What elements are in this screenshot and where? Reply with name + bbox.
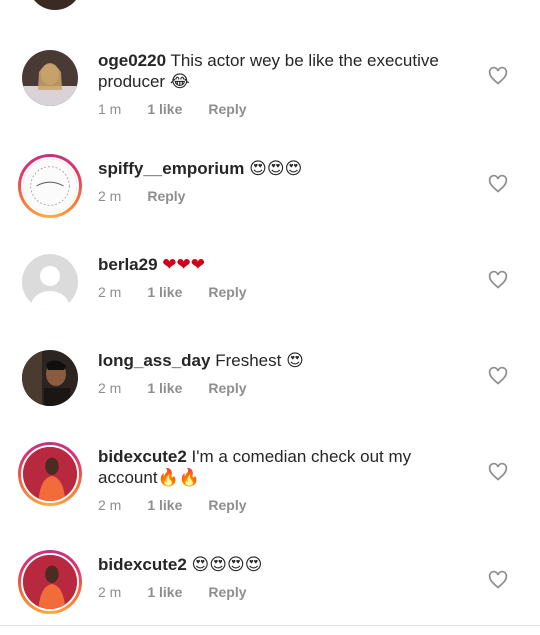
like-count[interactable]: 1 like — [147, 284, 182, 300]
reply-button[interactable]: Reply — [208, 380, 246, 396]
comment-username[interactable]: spiffy__emporium — [98, 159, 244, 178]
avatar[interactable] — [18, 550, 82, 614]
comment-username[interactable]: long_ass_day — [98, 351, 210, 370]
comment-emoji: 🔥🔥 — [157, 468, 200, 488]
comment-text: Freshest — [215, 351, 282, 370]
reply-button[interactable]: Reply — [208, 101, 246, 117]
avatar[interactable] — [22, 50, 78, 106]
comment-username[interactable]: bidexcute2 — [98, 447, 187, 466]
comment-time: 2 m — [98, 497, 122, 513]
previous-comment-avatar[interactable] — [28, 0, 82, 10]
comment-emoji: 😍 — [286, 351, 304, 371]
avatar[interactable] — [18, 442, 82, 506]
avatar[interactable] — [22, 350, 78, 406]
avatar[interactable] — [22, 254, 78, 310]
like-count[interactable]: 1 like — [147, 584, 182, 600]
heart-icon[interactable] — [488, 366, 508, 386]
reply-button[interactable]: Reply — [208, 584, 246, 600]
heart-icon[interactable] — [488, 570, 508, 590]
reply-button[interactable]: Reply — [208, 284, 246, 300]
comment-username[interactable]: oge0220 — [98, 51, 166, 70]
comment-emoji: 😂 — [169, 72, 190, 92]
comment-emoji: 😍😍😍😍 — [191, 555, 263, 575]
comment-time: 2 m — [98, 584, 122, 600]
comment-time: 2 m — [98, 188, 122, 204]
heart-icon[interactable] — [488, 270, 508, 290]
comment-time: 1 m — [98, 101, 122, 117]
like-count[interactable]: 1 like — [147, 497, 182, 513]
like-count[interactable]: 1 like — [147, 101, 182, 117]
heart-icon[interactable] — [488, 174, 508, 194]
reply-button[interactable]: Reply — [208, 497, 246, 513]
heart-icon[interactable] — [488, 462, 508, 482]
comment-emoji: 😍😍😍 — [249, 159, 303, 179]
comment-username[interactable]: bidexcute2 — [98, 555, 187, 574]
reply-button[interactable]: Reply — [147, 188, 185, 204]
divider — [0, 625, 540, 626]
avatar[interactable] — [18, 154, 82, 218]
comment-time: 2 m — [98, 380, 122, 396]
heart-icon[interactable] — [488, 66, 508, 86]
comment-emoji: ❤❤❤ — [162, 255, 206, 275]
comment-time: 2 m — [98, 284, 122, 300]
comment-username[interactable]: berla29 — [98, 255, 158, 274]
like-count[interactable]: 1 like — [147, 380, 182, 396]
